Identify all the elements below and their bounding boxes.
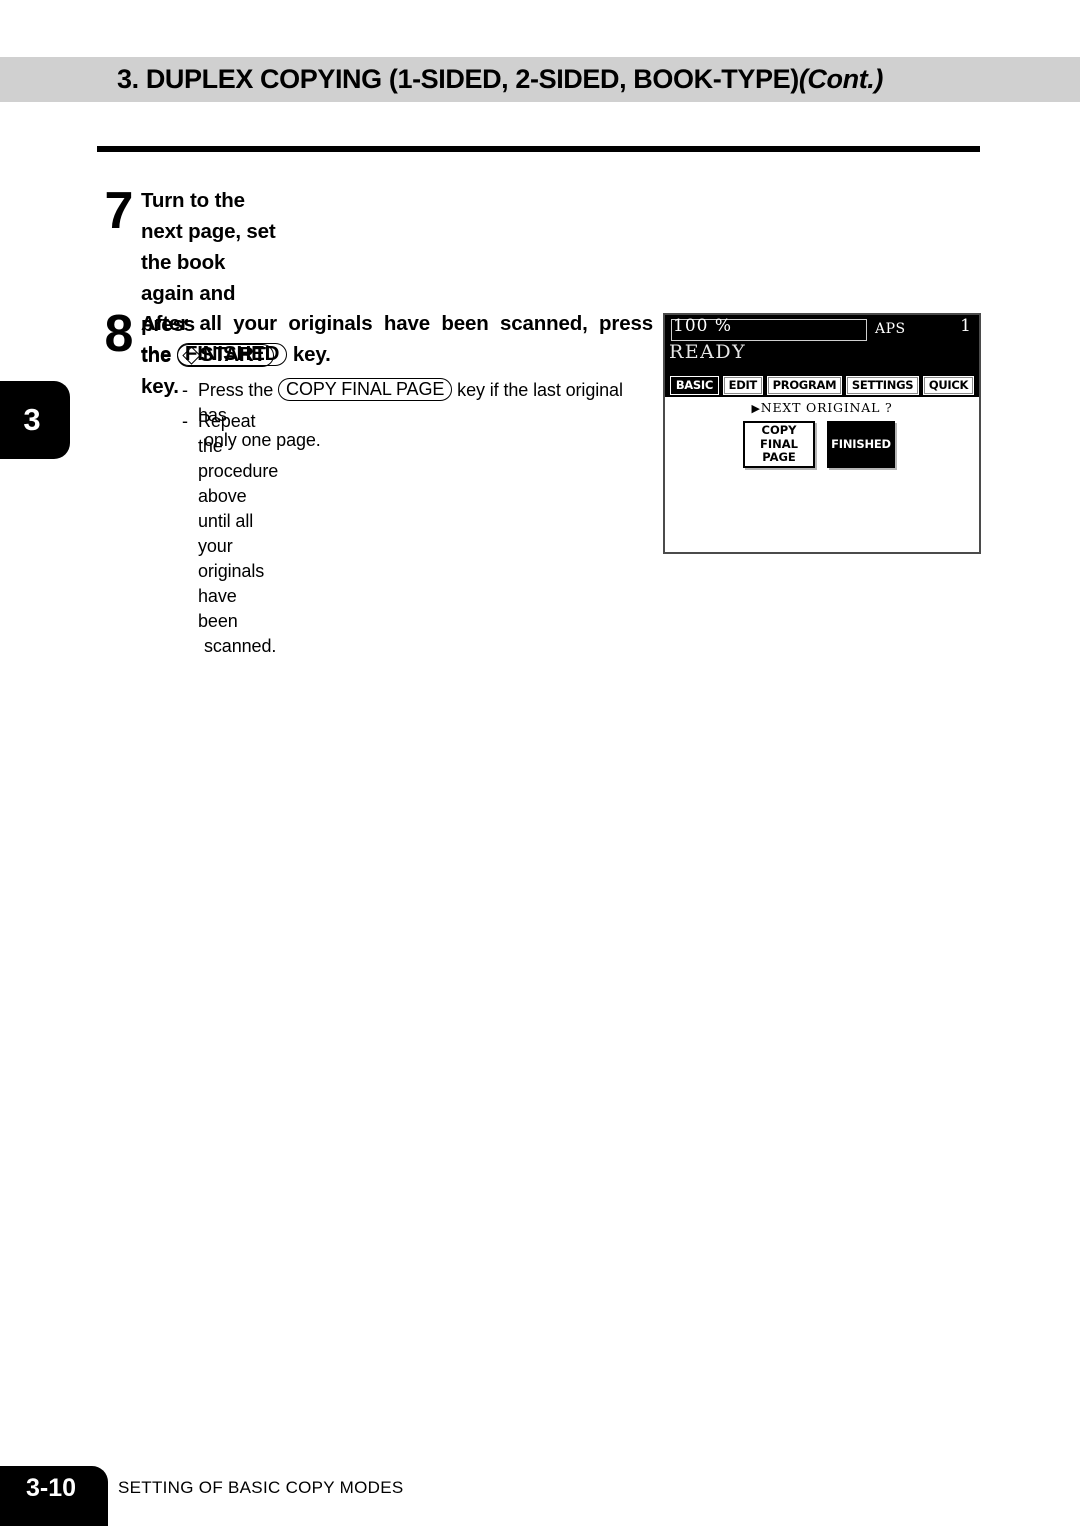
footer-section-caption: SETTING OF BASIC COPY MODES [118, 1478, 404, 1497]
step-8-note: - Press the COPY FINAL PAGE key if the l… [141, 378, 653, 453]
step-8-note-text2: only one page. [204, 430, 321, 450]
copier-lcd-panel: 100 % 1 APS READY BASIC EDIT PROGRAM SET… [663, 313, 981, 554]
step-8-heading-pre: the [141, 343, 172, 366]
copy-final-page-line1: COPY [761, 423, 797, 438]
page-title-main: 3. DUPLEX COPYING (1-SIDED, 2-SIDED, BOO… [117, 64, 799, 94]
footer-page-number: 3-10 [25, 1474, 77, 1502]
copy-final-page-line3: PAGE [762, 450, 796, 465]
step-8-note-line2: only one page. [182, 428, 653, 453]
step-8-heading-line1: After all your originals have been scann… [141, 312, 653, 335]
copy-final-page-keycap-label: COPY FINAL PAGE [286, 379, 445, 399]
lcd-tab-settings[interactable]: SETTINGS [846, 375, 920, 395]
lcd-copy-final-page-button[interactable]: COPY FINAL PAGE [743, 421, 815, 468]
step-8-number: 8 [104, 305, 134, 363]
lcd-zoom-ratio: 100 % [673, 316, 733, 336]
copy-final-page-keycap[interactable]: COPY FINAL PAGE [278, 378, 453, 401]
lcd-tab-basic[interactable]: BASIC [670, 375, 719, 395]
prompt-arrow-icon: ▶ [751, 402, 761, 415]
page-title: 3. DUPLEX COPYING (1-SIDED, 2-SIDED, BOO… [0, 57, 1000, 102]
lcd-copy-count: 1 [960, 316, 971, 336]
page-header-bar: 3. DUPLEX COPYING (1-SIDED, 2-SIDED, BOO… [0, 57, 1080, 102]
page-title-cont: (Cont.) [798, 64, 884, 94]
step-8-note-dash: - [182, 380, 188, 400]
chapter-tab-number: 3 [23, 402, 41, 437]
finished-keycap[interactable]: FINISHED [176, 342, 288, 366]
finished-button-label: FINISHED [831, 436, 891, 451]
step-8-body: After all your originals have been scann… [141, 308, 653, 453]
lcd-prompt: ▶NEXT ORIGINAL ? [665, 400, 979, 415]
lcd-paper-mode: APS [875, 321, 906, 337]
step-8-heading-line2: the FINISHED key. [141, 339, 653, 370]
copy-final-page-line2: FINAL [760, 436, 798, 451]
lcd-tab-program[interactable]: PROGRAM [766, 375, 843, 395]
step-8-heading: After all your originals have been scann… [141, 308, 653, 370]
lcd-work-area: ▶NEXT ORIGINAL ? COPY FINAL PAGE FINISHE… [665, 397, 979, 552]
finished-keycap-label: FINISHED [184, 342, 280, 365]
lcd-status-bar: 100 % 1 APS READY [665, 315, 979, 373]
step-8-note-line1: - Press the COPY FINAL PAGE key if the l… [182, 378, 653, 428]
step-7-number: 7 [104, 182, 134, 240]
lcd-status-text: READY [669, 341, 747, 363]
lcd-tab-edit[interactable]: EDIT [722, 375, 763, 395]
footer-page-tab: 3-10 [0, 1466, 108, 1526]
lcd-finished-button[interactable]: FINISHED [827, 421, 895, 468]
step-7-note-line2: scanned. [182, 634, 278, 659]
step-8-heading-post: key. [292, 343, 331, 366]
lcd-prompt-text: NEXT ORIGINAL ? [760, 400, 893, 415]
step-7-note-text2: scanned. [204, 636, 277, 656]
lcd-button-row: COPY FINAL PAGE FINISHED [743, 421, 895, 468]
chapter-tab: 3 [0, 381, 70, 459]
lcd-tab-quick[interactable]: QUICK [923, 375, 974, 395]
header-divider-rule [97, 146, 980, 152]
lcd-tab-strip: BASIC EDIT PROGRAM SETTINGS QUICK [665, 373, 979, 397]
step-8-note-pre: Press the [198, 380, 274, 400]
